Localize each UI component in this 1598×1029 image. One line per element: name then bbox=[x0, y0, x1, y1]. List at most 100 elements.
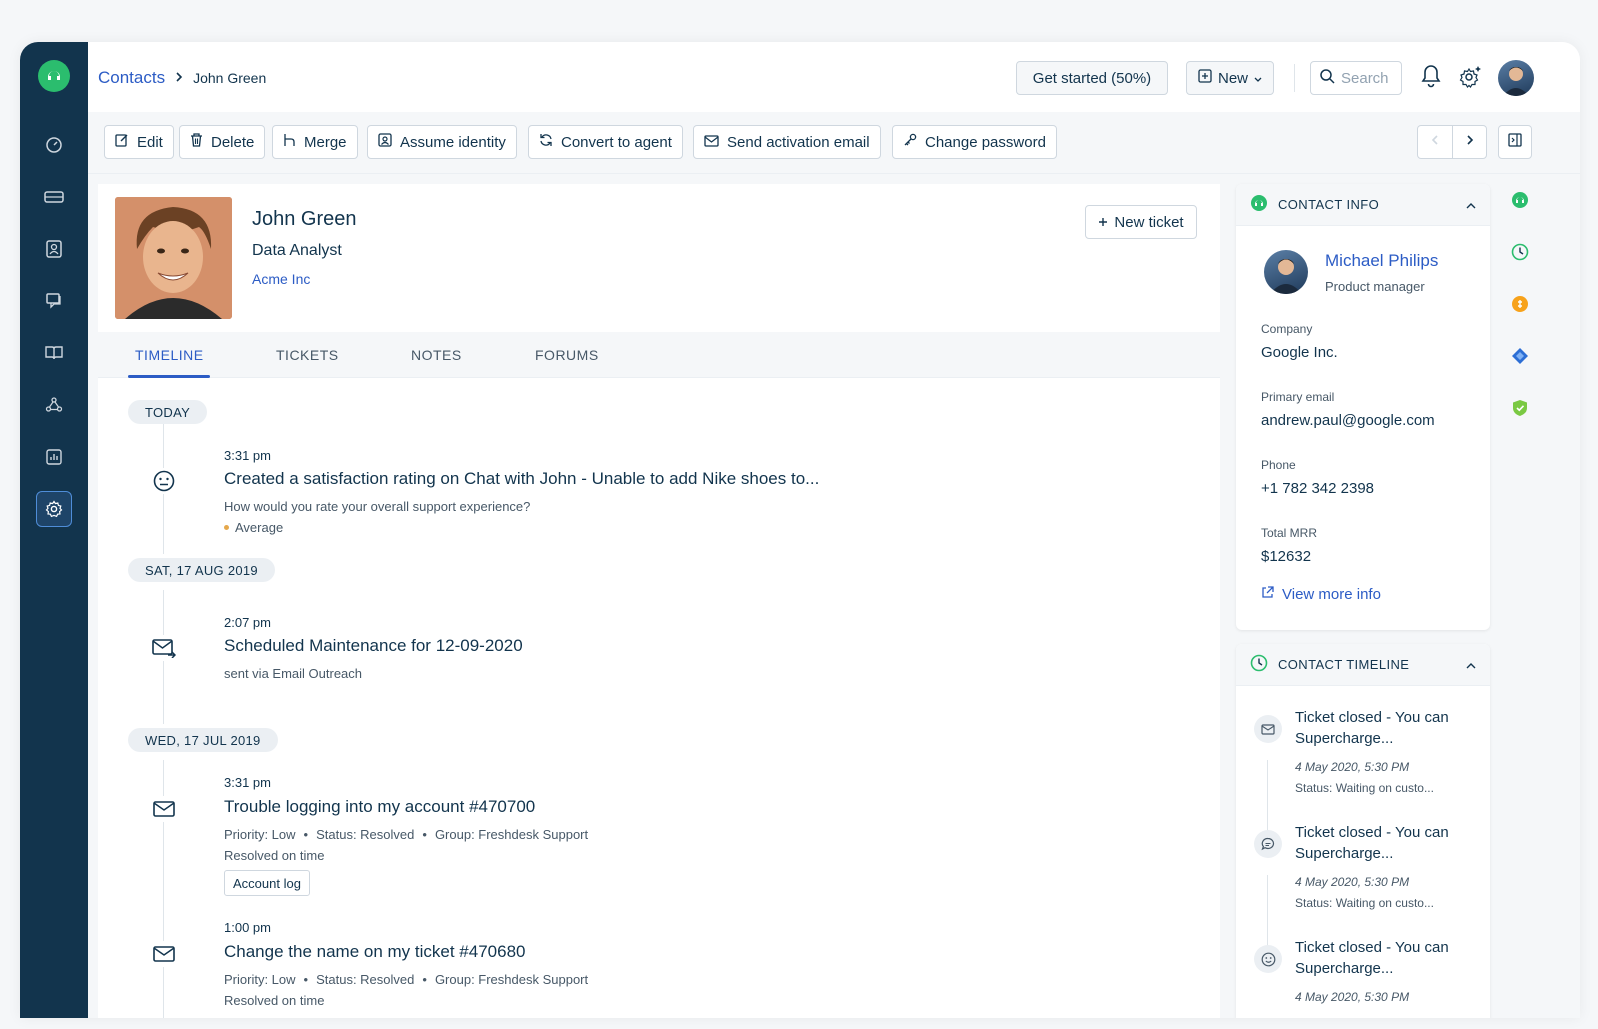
total-mrr-value: $12632 bbox=[1261, 548, 1312, 565]
contact-info-icon bbox=[1250, 194, 1268, 215]
event-subtitle: sent via Email Outreach bbox=[224, 666, 363, 681]
breadcrumb: Contacts John Green bbox=[98, 68, 266, 88]
primary-email-label: Primary email bbox=[1261, 390, 1335, 404]
reports-icon[interactable] bbox=[36, 439, 72, 475]
company-value: Google Inc. bbox=[1261, 344, 1338, 361]
contact-info-header[interactable]: CONTACT INFO bbox=[1236, 184, 1490, 226]
contact-timeline-panel: CONTACT TIMELINE Ticket closed - You can… bbox=[1236, 644, 1490, 1018]
search-input[interactable]: Search bbox=[1310, 61, 1402, 95]
event-time: 3:31 pm bbox=[224, 775, 271, 790]
tab-tickets[interactable]: TICKETS bbox=[276, 347, 339, 363]
delete-label: Delete bbox=[211, 133, 255, 151]
meta-separator: • bbox=[422, 827, 427, 842]
toggle-sidebar-panel-button[interactable] bbox=[1498, 125, 1532, 159]
previous-contact-button[interactable] bbox=[1418, 126, 1453, 158]
account-log-button[interactable]: Account log bbox=[224, 870, 310, 896]
change-password-button[interactable]: Change password bbox=[892, 125, 1057, 159]
contact-timeline-item-title[interactable]: Ticket closed - You can Supercharge... bbox=[1295, 937, 1475, 979]
contact-info-title: CONTACT INFO bbox=[1278, 197, 1380, 212]
event-resolution: Resolved on time bbox=[224, 848, 325, 863]
dashboard-icon[interactable] bbox=[36, 127, 72, 163]
contact-timeline-header[interactable]: CONTACT TIMELINE bbox=[1236, 644, 1490, 686]
total-mrr-label: Total MRR bbox=[1261, 526, 1318, 540]
clock-check-icon bbox=[1250, 654, 1268, 675]
chat-bubble-icon bbox=[1254, 830, 1282, 858]
search-placeholder: Search bbox=[1341, 69, 1389, 87]
phone-label: Phone bbox=[1261, 458, 1296, 472]
chevron-up-icon bbox=[1466, 197, 1476, 212]
ai-sparkle-settings-icon[interactable] bbox=[1458, 64, 1482, 93]
send-activation-email-button[interactable]: Send activation email bbox=[693, 125, 881, 159]
top-bar: Contacts John Green Get started (50%) Ne… bbox=[88, 42, 1580, 112]
knowledge-base-icon[interactable] bbox=[36, 335, 72, 371]
contact-timeline-item-title[interactable]: Ticket closed - You can Supercharge... bbox=[1295, 707, 1475, 749]
contact-timeline-item-status: Status: Waiting on custo... bbox=[1295, 896, 1434, 910]
event-title[interactable]: Created a satisfaction rating on Chat wi… bbox=[224, 469, 819, 489]
tab-forums[interactable]: FORUMS bbox=[535, 347, 599, 363]
view-more-info-link[interactable]: View more info bbox=[1261, 586, 1381, 603]
assume-identity-button[interactable]: Assume identity bbox=[367, 125, 517, 159]
conversations-icon[interactable] bbox=[36, 283, 72, 319]
contact-info-name[interactable]: Michael Philips bbox=[1325, 251, 1438, 271]
admin-settings-icon[interactable] bbox=[36, 491, 72, 527]
header-divider bbox=[1294, 64, 1295, 92]
smiley-icon bbox=[151, 468, 177, 494]
edit-button[interactable]: Edit bbox=[104, 125, 174, 159]
email-icon bbox=[151, 796, 177, 822]
notifications-bell-icon[interactable] bbox=[1420, 64, 1442, 93]
contact-timeline-item-date: 4 May 2020, 5:30 PM bbox=[1295, 990, 1410, 1004]
event-title[interactable]: Trouble logging into my account #470700 bbox=[224, 797, 535, 817]
change-password-label: Change password bbox=[925, 133, 1046, 151]
apps-rail bbox=[1500, 184, 1540, 444]
phone-value: +1 782 342 2398 bbox=[1261, 480, 1375, 497]
contact-timeline-item-title[interactable]: Ticket closed - You can Supercharge... bbox=[1295, 822, 1475, 864]
plus-box-icon bbox=[1198, 69, 1212, 87]
contact-company-link[interactable]: Acme Inc bbox=[252, 271, 310, 287]
breadcrumb-contacts-link[interactable]: Contacts bbox=[98, 68, 165, 88]
refresh-icon bbox=[539, 133, 553, 151]
tab-timeline[interactable]: TIMELINE bbox=[135, 347, 204, 363]
chevron-left-icon bbox=[1431, 133, 1439, 151]
search-icon bbox=[1319, 68, 1335, 88]
shield-app-icon[interactable] bbox=[1510, 398, 1530, 418]
event-status: Status: Resolved bbox=[316, 827, 415, 842]
event-title[interactable]: Change the name on my ticket #470680 bbox=[224, 942, 525, 962]
freshdesk-logo-icon[interactable] bbox=[38, 60, 70, 92]
email-icon bbox=[151, 941, 177, 967]
panel-toggle-icon bbox=[1508, 132, 1522, 152]
contact-timeline-item-status: Status: Waiting on custo... bbox=[1295, 781, 1434, 795]
event-time: 1:00 pm bbox=[224, 920, 271, 935]
new-ticket-button[interactable]: New ticket bbox=[1085, 205, 1197, 239]
event-group: Group: Freshdesk Support bbox=[434, 972, 589, 987]
delete-button[interactable]: Delete bbox=[179, 125, 266, 159]
user-avatar[interactable] bbox=[1498, 60, 1534, 96]
get-started-button[interactable]: Get started (50%) bbox=[1016, 61, 1168, 95]
timeline-app-icon[interactable] bbox=[1510, 242, 1530, 262]
contact-actions-toolbar: Edit Delete Merge Assume identity Conver… bbox=[88, 112, 1580, 174]
event-subtitle: How would you rate your overall support … bbox=[224, 499, 531, 514]
event-rating: Average bbox=[224, 520, 283, 535]
diamond-app-icon[interactable] bbox=[1510, 346, 1530, 366]
new-dropdown-button[interactable]: New bbox=[1186, 61, 1274, 95]
envelope-icon bbox=[1254, 715, 1282, 743]
date-group: WED, 17 JUL 2019 bbox=[128, 728, 278, 752]
breadcrumb-current: John Green bbox=[193, 70, 267, 86]
contacts-icon[interactable] bbox=[36, 231, 72, 267]
orange-badge-app-icon[interactable] bbox=[1510, 294, 1530, 314]
event-priority: Priority: Low bbox=[224, 827, 296, 842]
edit-label: Edit bbox=[137, 133, 163, 151]
date-group-today: TODAY bbox=[128, 400, 208, 424]
tickets-icon[interactable] bbox=[36, 179, 72, 215]
next-contact-button[interactable] bbox=[1453, 126, 1487, 158]
contact-timeline-item-date: 4 May 2020, 5:30 PM bbox=[1295, 760, 1410, 774]
chevron-up-icon bbox=[1466, 657, 1476, 672]
social-icon[interactable] bbox=[36, 387, 72, 423]
chevron-down-icon bbox=[1254, 70, 1262, 87]
merge-button[interactable]: Merge bbox=[272, 125, 358, 159]
smiley-icon bbox=[1254, 945, 1282, 973]
event-title[interactable]: Scheduled Maintenance for 12-09-2020 bbox=[224, 636, 523, 656]
convert-to-agent-button[interactable]: Convert to agent bbox=[528, 125, 683, 159]
freshdesk-app-icon[interactable] bbox=[1510, 190, 1530, 210]
tab-notes[interactable]: NOTES bbox=[411, 347, 462, 363]
merge-label: Merge bbox=[304, 133, 347, 151]
